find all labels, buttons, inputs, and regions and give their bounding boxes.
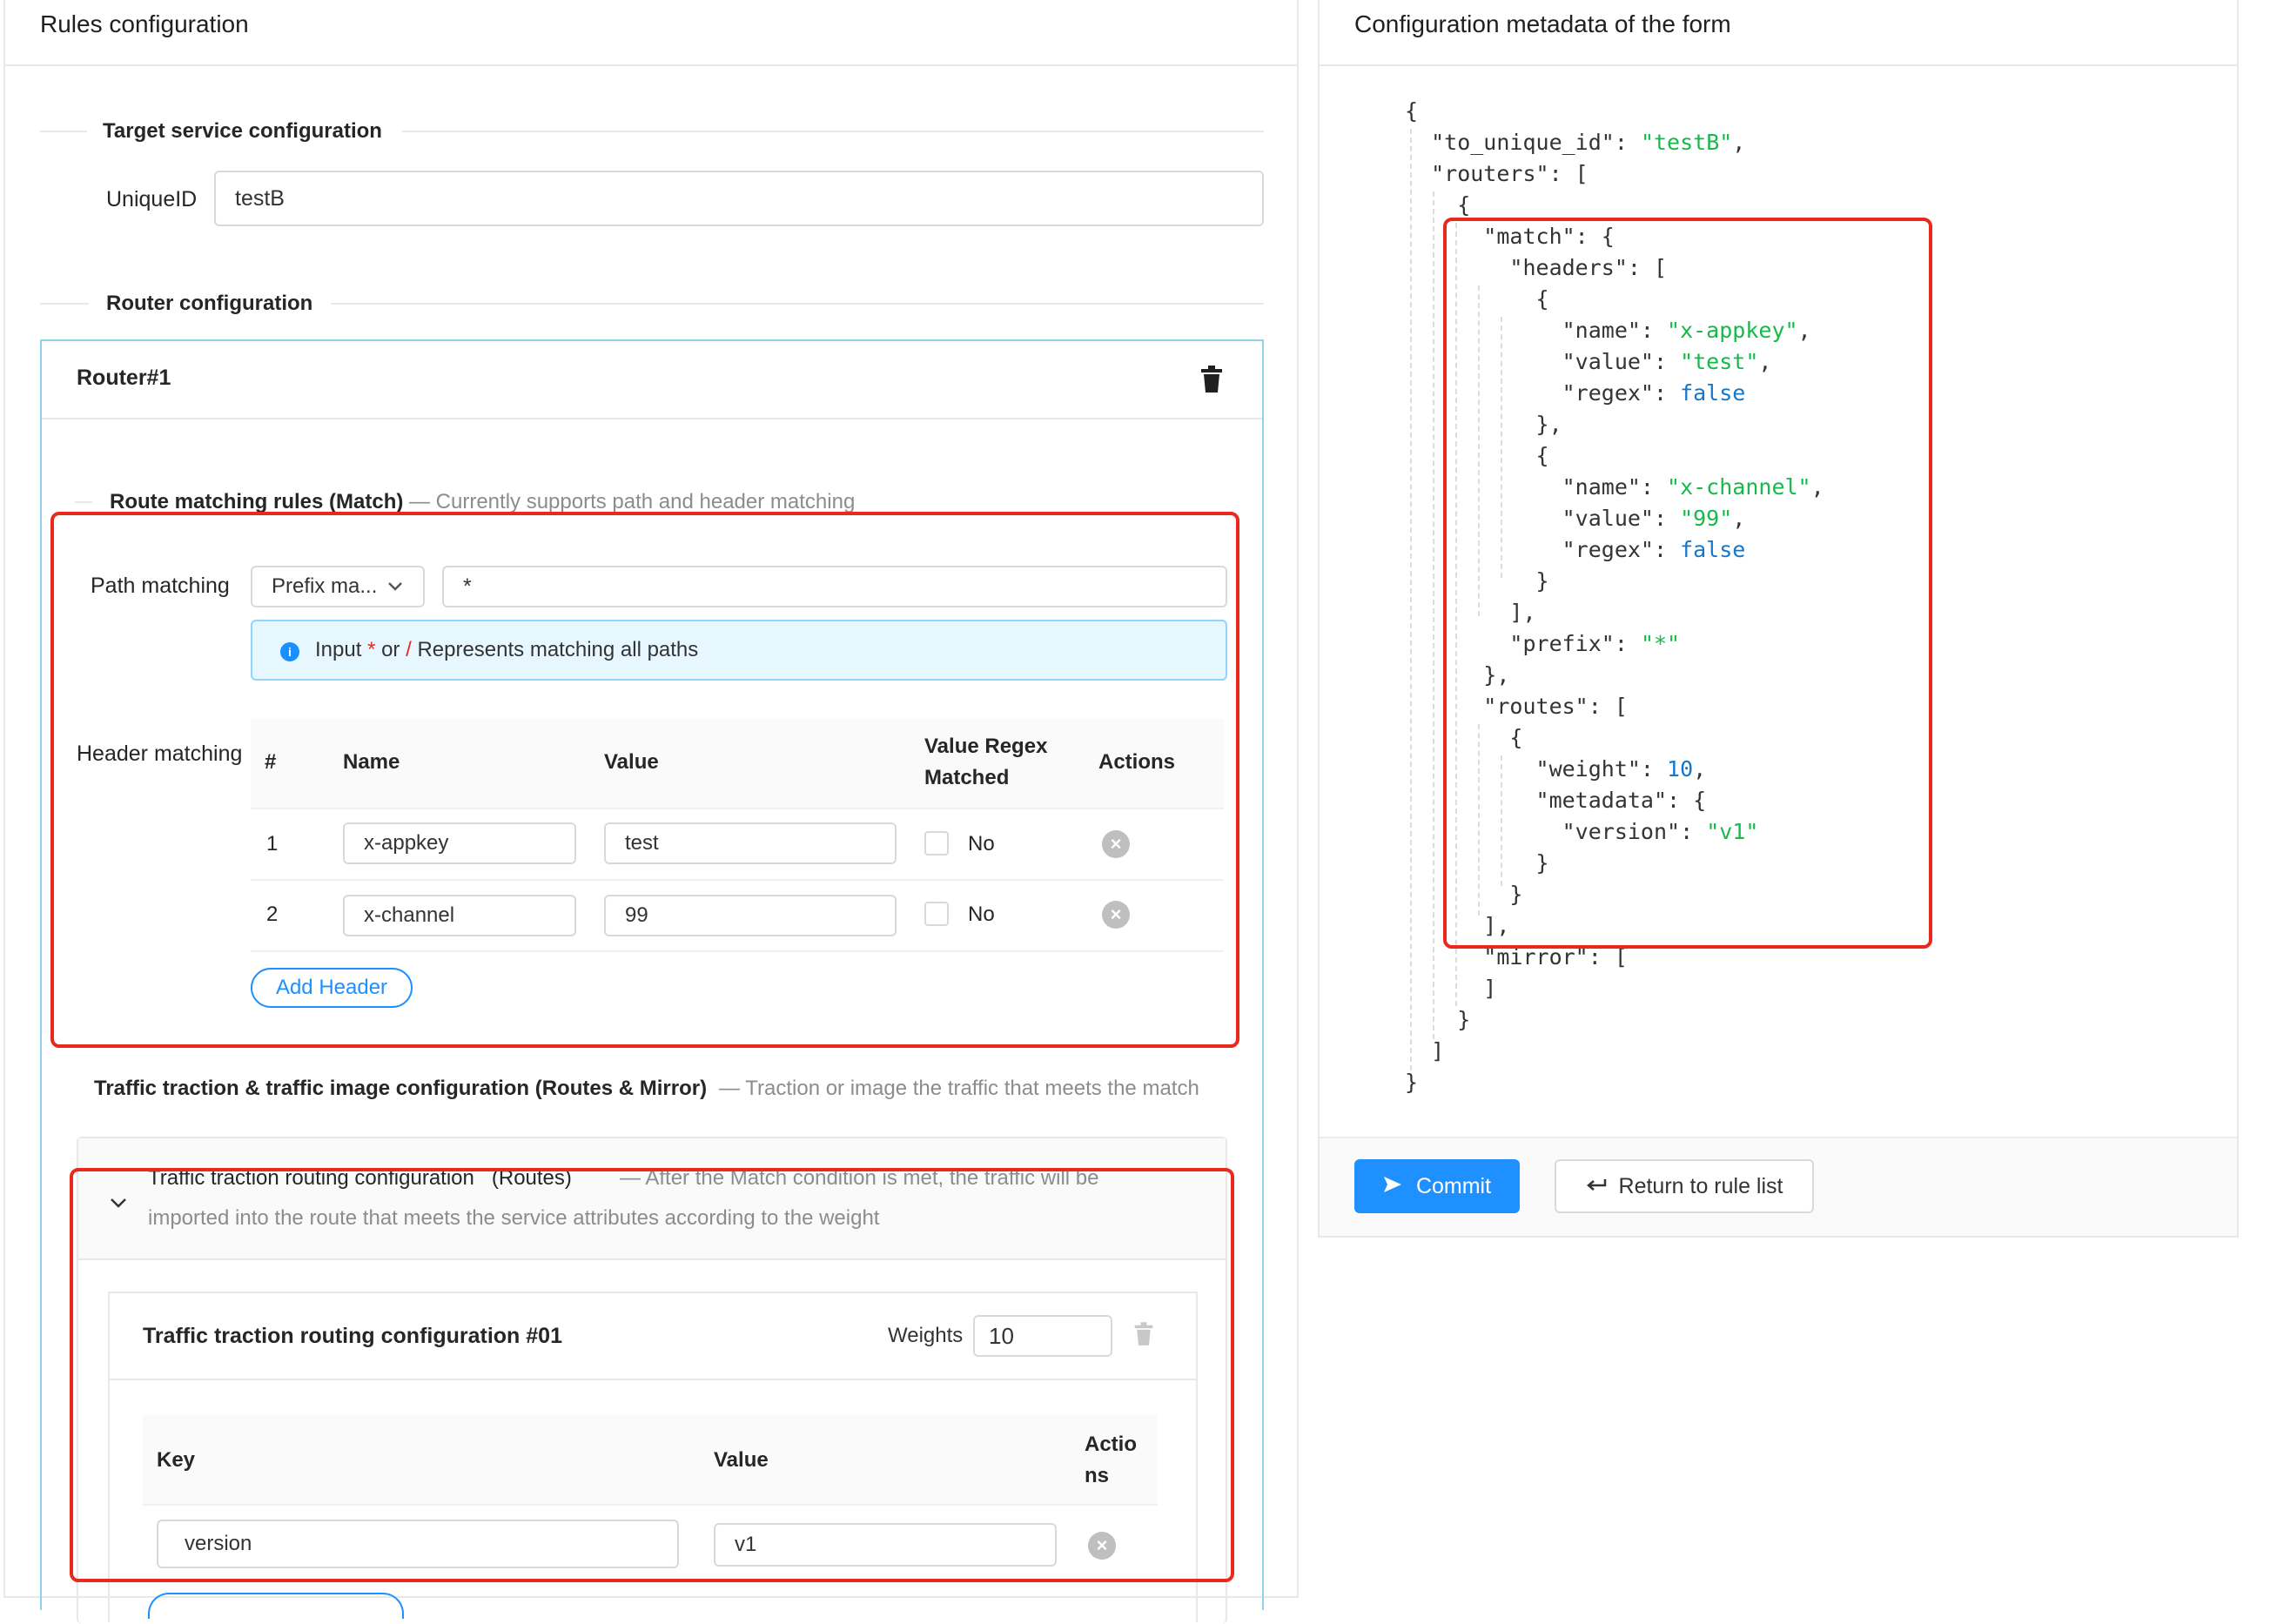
- json-highlight-box: [1443, 218, 1932, 949]
- json-line: ]: [1405, 1038, 1445, 1064]
- return-label: Return to rule list: [1618, 1173, 1783, 1198]
- info-slash: /: [406, 638, 412, 661]
- info-or: or: [381, 638, 400, 661]
- section-divider: [75, 501, 92, 503]
- section-divider: [402, 131, 1264, 132]
- match-desc: — Currently supports path and header mat…: [409, 490, 856, 513]
- path-matching-label: Path matching: [91, 574, 230, 598]
- header-value-input[interactable]: test: [604, 822, 897, 864]
- json-line: {: [1405, 192, 1471, 218]
- json-line: "to_unique_id": "testB",: [1405, 130, 1746, 155]
- target-section-title: Target service configuration: [103, 119, 382, 143]
- info-star: *: [367, 638, 376, 661]
- traffic-desc: — Traction or image the traffic that mee…: [719, 1077, 1199, 1100]
- path-value-input[interactable]: *: [442, 566, 1227, 607]
- router-header-divider: [42, 418, 1262, 419]
- header-matching-label: Header matching: [77, 742, 243, 766]
- chevron-down-icon: [387, 578, 403, 596]
- add-metadata-button[interactable]: [148, 1593, 404, 1619]
- section-divider: [40, 131, 87, 132]
- routes-highlight-box: [70, 1168, 1234, 1582]
- metadata-title: Configuration metadata of the form: [1354, 10, 1731, 37]
- path-match-type-select[interactable]: Prefix ma...: [251, 566, 425, 607]
- json-line: }: [1405, 1007, 1471, 1032]
- col-actions: Actions: [1098, 750, 1176, 774]
- path-match-type-value: Prefix ma...: [272, 574, 378, 598]
- right-header-divider: [1320, 64, 2237, 66]
- remove-header-icon[interactable]: ×: [1102, 830, 1130, 858]
- json-line: ]: [1405, 976, 1497, 1001]
- delete-router-icon[interactable]: [1199, 366, 1224, 393]
- router-section-title: Router configuration: [106, 292, 313, 315]
- send-icon: [1383, 1174, 1402, 1199]
- remove-header-icon[interactable]: ×: [1102, 901, 1130, 929]
- uniqueid-input[interactable]: testB: [214, 171, 1264, 226]
- match-title: Route matching rules (Match): [110, 490, 404, 513]
- col-name: Name: [343, 750, 400, 774]
- commit-button[interactable]: Commit: [1354, 1159, 1520, 1213]
- commit-label: Commit: [1415, 1173, 1492, 1198]
- info-icon: i: [280, 642, 299, 661]
- row-divider: [251, 879, 1224, 881]
- json-line: {: [1405, 98, 1419, 124]
- json-line: }: [1405, 1070, 1419, 1095]
- header-value-input[interactable]: 99: [604, 895, 897, 936]
- regex-label: No: [968, 903, 995, 926]
- header-name-input[interactable]: x-channel: [343, 895, 576, 936]
- row-divider: [251, 950, 1224, 952]
- rules-config-title: Rules configuration: [40, 10, 249, 37]
- section-divider: [331, 303, 1264, 305]
- section-divider: [40, 303, 89, 305]
- return-icon: [1586, 1174, 1607, 1199]
- header-row-index: 2: [266, 903, 279, 926]
- header-row-index: 1: [266, 832, 279, 856]
- regex-checkbox[interactable]: [924, 831, 949, 856]
- add-header-button[interactable]: Add Header: [251, 968, 413, 1008]
- traffic-title: Traffic traction & traffic image configu…: [94, 1077, 708, 1100]
- regex-label: No: [968, 832, 995, 856]
- json-line: "routers": [: [1405, 161, 1589, 186]
- return-button[interactable]: Return to rule list: [1555, 1159, 1814, 1213]
- info-rest: Represents matching all paths: [417, 638, 699, 661]
- col-regex: Value Regex Matched: [924, 735, 1048, 789]
- regex-checkbox[interactable]: [924, 902, 949, 926]
- info-input: Input: [315, 638, 362, 661]
- col-value: Value: [604, 750, 659, 774]
- path-info-text: Input * or / Represents matching all pat…: [315, 638, 698, 662]
- uniqueid-label: UniqueID: [106, 187, 198, 211]
- left-header-divider: [5, 64, 1297, 66]
- col-index: #: [265, 750, 277, 774]
- header-name-input[interactable]: x-appkey: [343, 822, 576, 864]
- router-title: Router#1: [77, 366, 171, 390]
